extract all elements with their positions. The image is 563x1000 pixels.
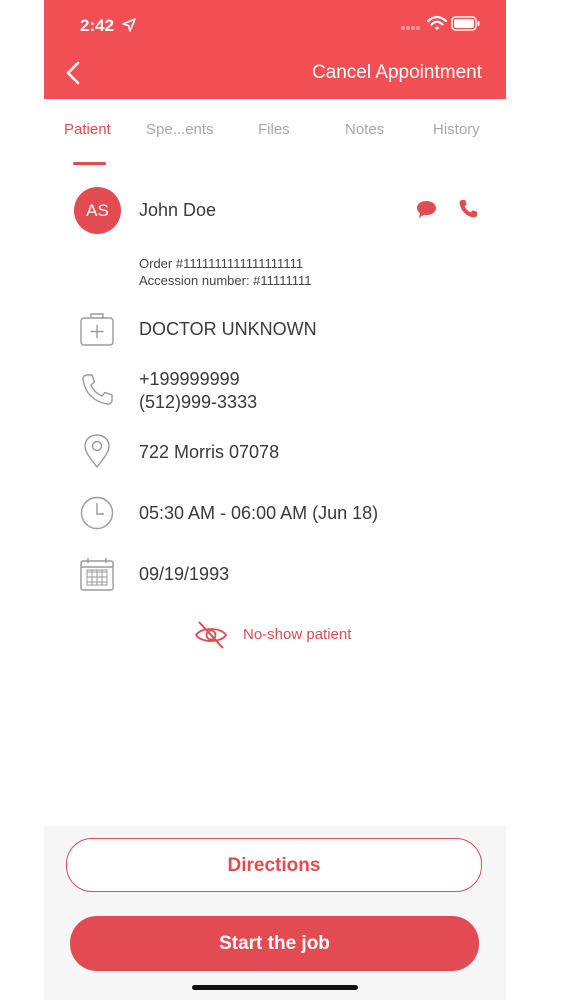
phone-primary: +199999999 — [139, 369, 240, 389]
status-time: 2:42 — [80, 16, 115, 35]
directions-button[interactable]: Directions — [66, 838, 482, 892]
tab-bar: Patient Spe...ents Files Notes History — [44, 99, 506, 165]
message-button[interactable] — [415, 198, 438, 221]
address: 722 Morris 07078 — [139, 442, 280, 462]
appointment-time: 05:30 AM - 06:00 AM (Jun 18) — [139, 503, 379, 523]
right-margin — [506, 0, 563, 1000]
battery-icon — [451, 16, 480, 31]
eye-off-icon — [194, 621, 228, 649]
tab-notes[interactable]: Notes — [345, 121, 384, 138]
location-arrow-icon — [122, 18, 136, 32]
call-button[interactable] — [457, 198, 479, 220]
tab-patient[interactable]: Patient — [64, 121, 111, 138]
no-show-button[interactable]: No-show patient — [194, 618, 384, 652]
home-indicator — [192, 985, 358, 990]
phone-secondary: (512)999-3333 — [139, 392, 258, 412]
medical-kit-icon — [80, 313, 114, 346]
tab-history[interactable]: History — [433, 121, 480, 138]
active-tab-indicator — [73, 162, 106, 165]
order-number: Order #1111111111111111111 — [139, 256, 304, 271]
left-margin — [0, 0, 44, 1000]
tab-files[interactable]: Files — [258, 121, 290, 138]
start-job-button[interactable]: Start the job — [70, 916, 479, 971]
avatar: AS — [74, 187, 121, 234]
clock-icon — [80, 496, 114, 530]
phone-icon — [82, 374, 113, 405]
accession-number: Accession number: #11111111 — [139, 273, 312, 288]
app-screen: 2:42 Cancel Appointment Patient Spe...en… — [44, 0, 506, 1000]
app-header: 2:42 Cancel Appointment — [44, 0, 506, 99]
date-of-birth: 09/19/1993 — [139, 564, 230, 584]
patient-name: John Doe — [139, 200, 217, 220]
doctor-name: DOCTOR UNKNOWN — [139, 319, 317, 339]
signal-icon — [401, 26, 420, 30]
cancel-appointment-button[interactable]: Cancel Appointment — [312, 62, 482, 84]
tab-specimens[interactable]: Spe...ents — [146, 121, 214, 138]
back-button[interactable] — [62, 58, 84, 88]
wifi-icon — [427, 15, 447, 30]
no-show-label: No-show patient — [243, 626, 352, 643]
calendar-icon — [80, 558, 114, 591]
location-pin-icon — [84, 434, 110, 468]
